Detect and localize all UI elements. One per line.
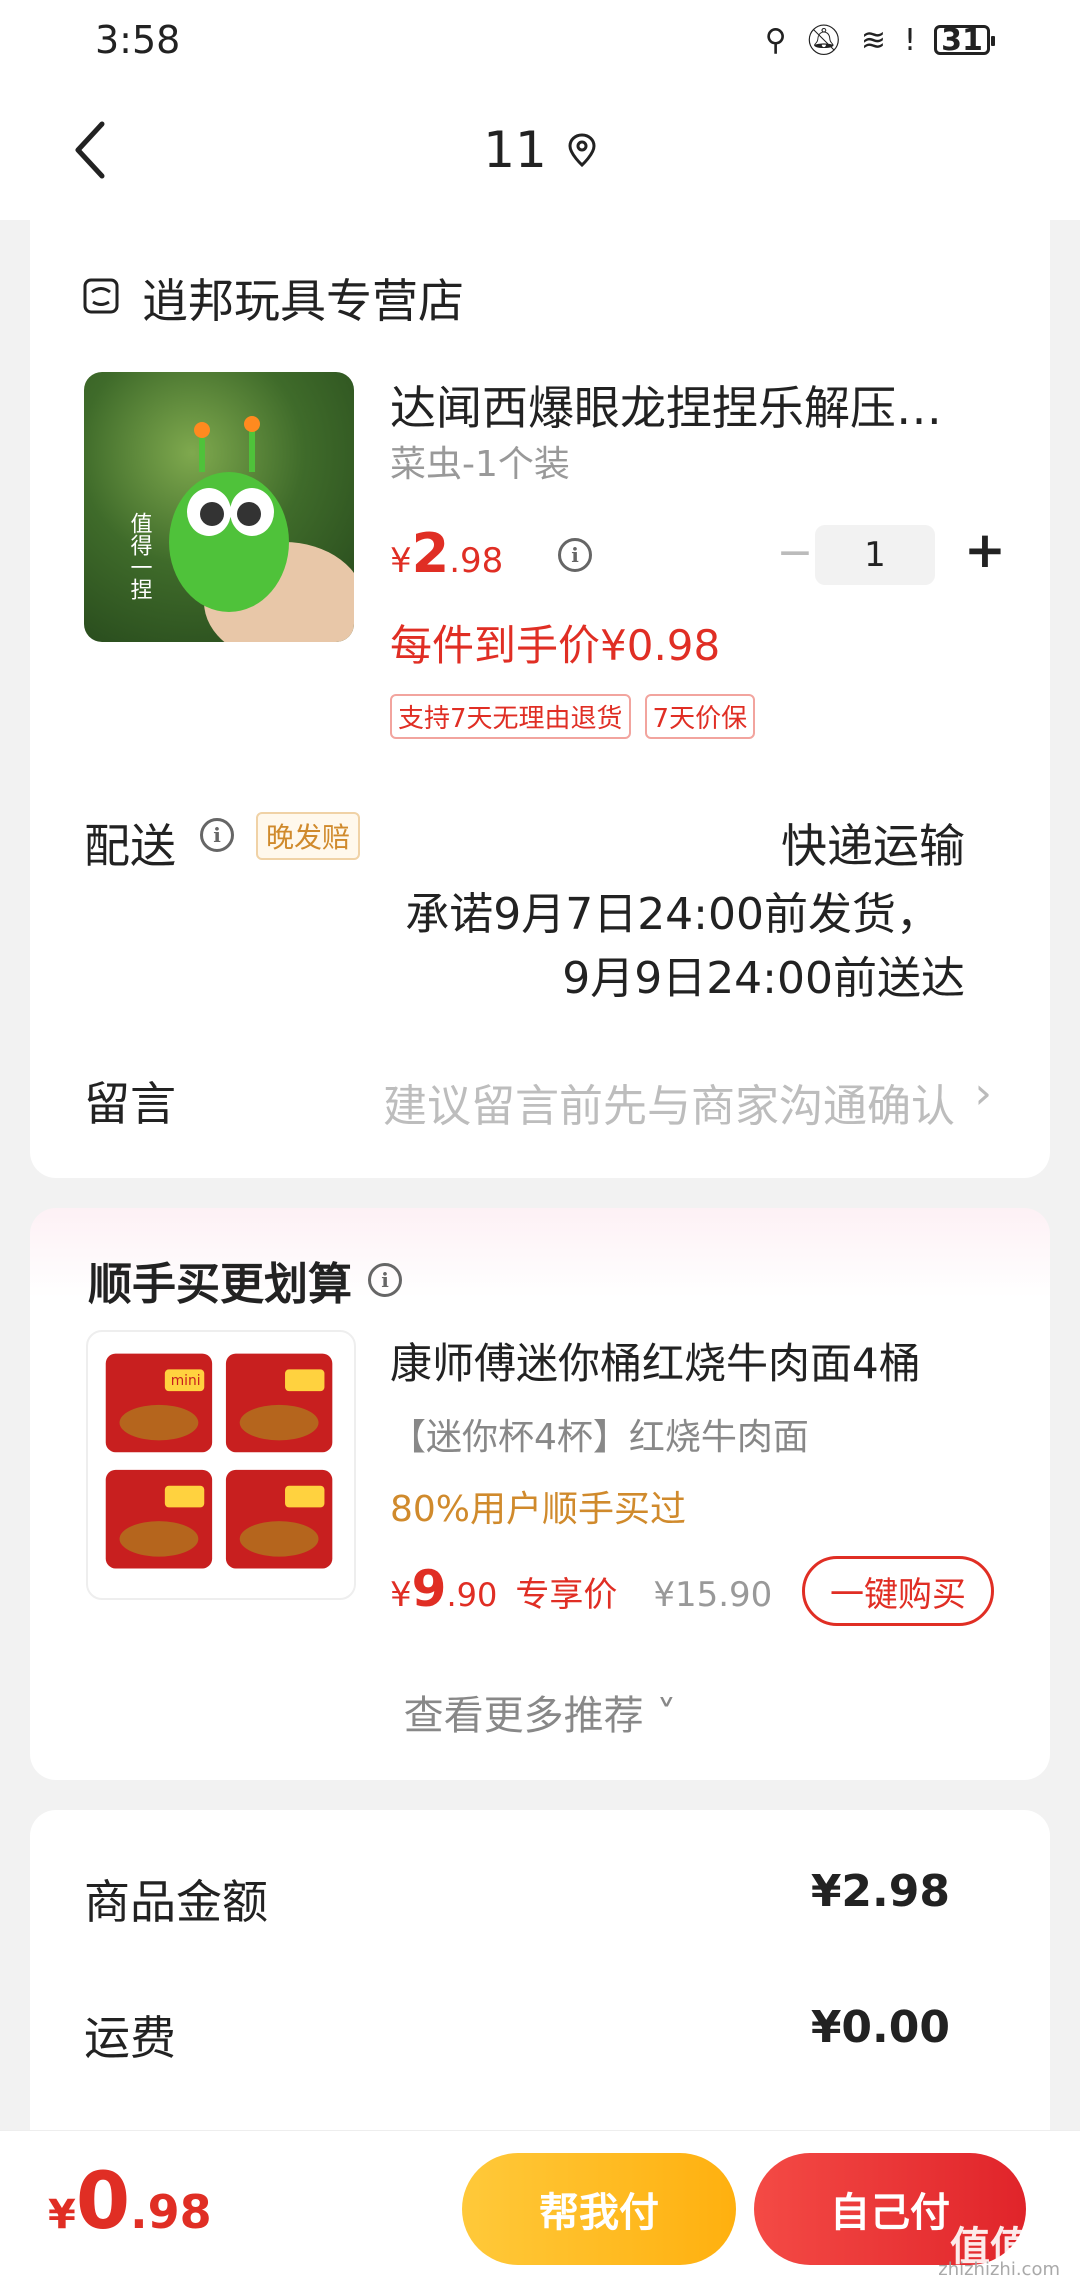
delivery-label: 配送	[84, 819, 176, 873]
service-tags: 支持7天无理由退货 7天价保	[390, 694, 756, 739]
recommend-info-icon[interactable]: i	[368, 1263, 402, 1297]
price-symbol: ¥	[390, 541, 412, 581]
recommend-card: 顺手买更划算 i mini 康师傅迷你桶红烧牛肉面4桶 【迷你杯4杯】红烧牛肉面	[30, 1208, 1050, 1780]
bottom-bar: ¥ 0 .98 帮我付 自己付 值值值 zhizhizhi.com	[0, 2130, 1080, 2280]
one-click-buy-button[interactable]: 一键购买	[802, 1556, 994, 1626]
recommend-image-label: mini	[171, 1373, 201, 1389]
recommend-name[interactable]: 康师傅迷你桶红烧牛肉面4桶	[390, 1330, 921, 1391]
total-price: ¥ 0 .98	[48, 2157, 212, 2247]
message-input[interactable]: 建议留言前先与商家沟通确认	[383, 1070, 955, 1134]
quantity-value[interactable]: 1	[815, 525, 935, 585]
shipping-label: 运费	[84, 2011, 176, 2065]
location-icon: ⚲	[764, 22, 787, 58]
recommend-social-proof: 80%用户顺手买过	[390, 1489, 687, 1530]
message-label: 留言	[84, 1077, 176, 1131]
delivery-promise: 承诺9月7日24:00前发货，	[405, 889, 940, 940]
store-row[interactable]: 逍邦玩具专营店	[82, 265, 464, 331]
recommend-price-decimal: .90	[446, 1576, 498, 1614]
alert-icon: !	[903, 22, 916, 58]
price-info-icon[interactable]: i	[558, 538, 592, 572]
help-pay-button[interactable]: 帮我付	[462, 2153, 736, 2265]
recommend-price-tag: 专享价	[515, 1575, 618, 1615]
back-icon[interactable]	[60, 118, 120, 182]
recommend-price-symbol: ¥	[390, 1575, 412, 1615]
total-symbol: ¥	[48, 2192, 76, 2238]
delivery-info-icon[interactable]: i	[200, 818, 234, 852]
recommend-spec: 【迷你杯4杯】红烧牛肉面	[390, 1417, 809, 1458]
recommend-original-price: ¥15.90	[653, 1575, 773, 1615]
order-card: 逍邦玩具专营店 值得一捏 达闻西爆眼龙捏捏乐解压… 菜虫-1个装 ¥ 2 .98…	[30, 220, 1050, 1178]
goods-amount-label: 商品金额	[84, 1875, 268, 1929]
store-name: 逍邦玩具专营店	[142, 274, 464, 328]
recommend-price: ¥ 9 .90 专享价 ¥15.90	[390, 1560, 772, 1618]
nav-title-text: 11	[483, 121, 547, 179]
product-image-caption: 值得一捏	[127, 512, 153, 600]
product-price: ¥ 2 .98	[390, 522, 503, 585]
price-integer: 2	[411, 522, 450, 585]
status-time: 3:58	[95, 18, 181, 62]
see-more-link[interactable]: 查看更多推荐 ˅	[30, 1683, 1050, 1741]
recommend-title-text: 顺手买更划算	[88, 1259, 352, 1310]
watermark-url: zhizhizhi.com	[938, 2259, 1060, 2280]
recommend-title: 顺手买更划算 i	[88, 1248, 402, 1312]
product-spec[interactable]: 菜虫-1个装	[390, 435, 570, 487]
shipping-value: ¥0.00	[810, 2002, 950, 2053]
total-integer: 0	[75, 2157, 131, 2247]
location-pin-icon[interactable]	[567, 121, 597, 179]
tag-price-protect: 7天价保	[644, 694, 756, 739]
delivery-method: 快递运输	[781, 819, 965, 873]
goods-amount-row: 商品金额 ¥2.98	[84, 1866, 950, 1932]
quantity-increase-button[interactable]: +	[955, 520, 1015, 580]
nav-bar: 11	[0, 80, 1080, 220]
delivery-arrive: 9月9日24:00前送达	[562, 953, 965, 1004]
shipping-row: 运费 ¥0.00	[84, 2002, 950, 2068]
chevron-right-icon[interactable]: ›	[974, 1068, 992, 1119]
nav-title: 11	[483, 121, 597, 179]
recommend-image[interactable]: mini	[86, 1330, 356, 1600]
recommend-price-integer: 9	[411, 1560, 447, 1618]
battery-icon: 31	[934, 23, 995, 58]
goods-amount-value: ¥2.98	[810, 1866, 950, 1917]
status-bar: 3:58 ⚲ 🔕︎ ≋ ! 31	[0, 0, 1080, 80]
status-icons: ⚲ 🔕︎ ≋ ! 31	[764, 22, 995, 58]
unit-price: 每件到手价¥0.98	[390, 621, 721, 670]
wifi-icon: ≋	[860, 22, 886, 58]
product-title[interactable]: 达闻西爆眼龙捏捏乐解压…	[390, 372, 942, 438]
total-decimal: .98	[130, 2185, 212, 2239]
price-decimal: .98	[449, 541, 504, 581]
bell-off-icon: 🔕︎	[804, 22, 843, 58]
store-icon	[82, 277, 120, 319]
product-image[interactable]: 值得一捏	[84, 372, 354, 642]
late-compensation-badge: 晚发赔	[256, 812, 361, 860]
tag-return: 支持7天无理由退货	[390, 694, 631, 739]
